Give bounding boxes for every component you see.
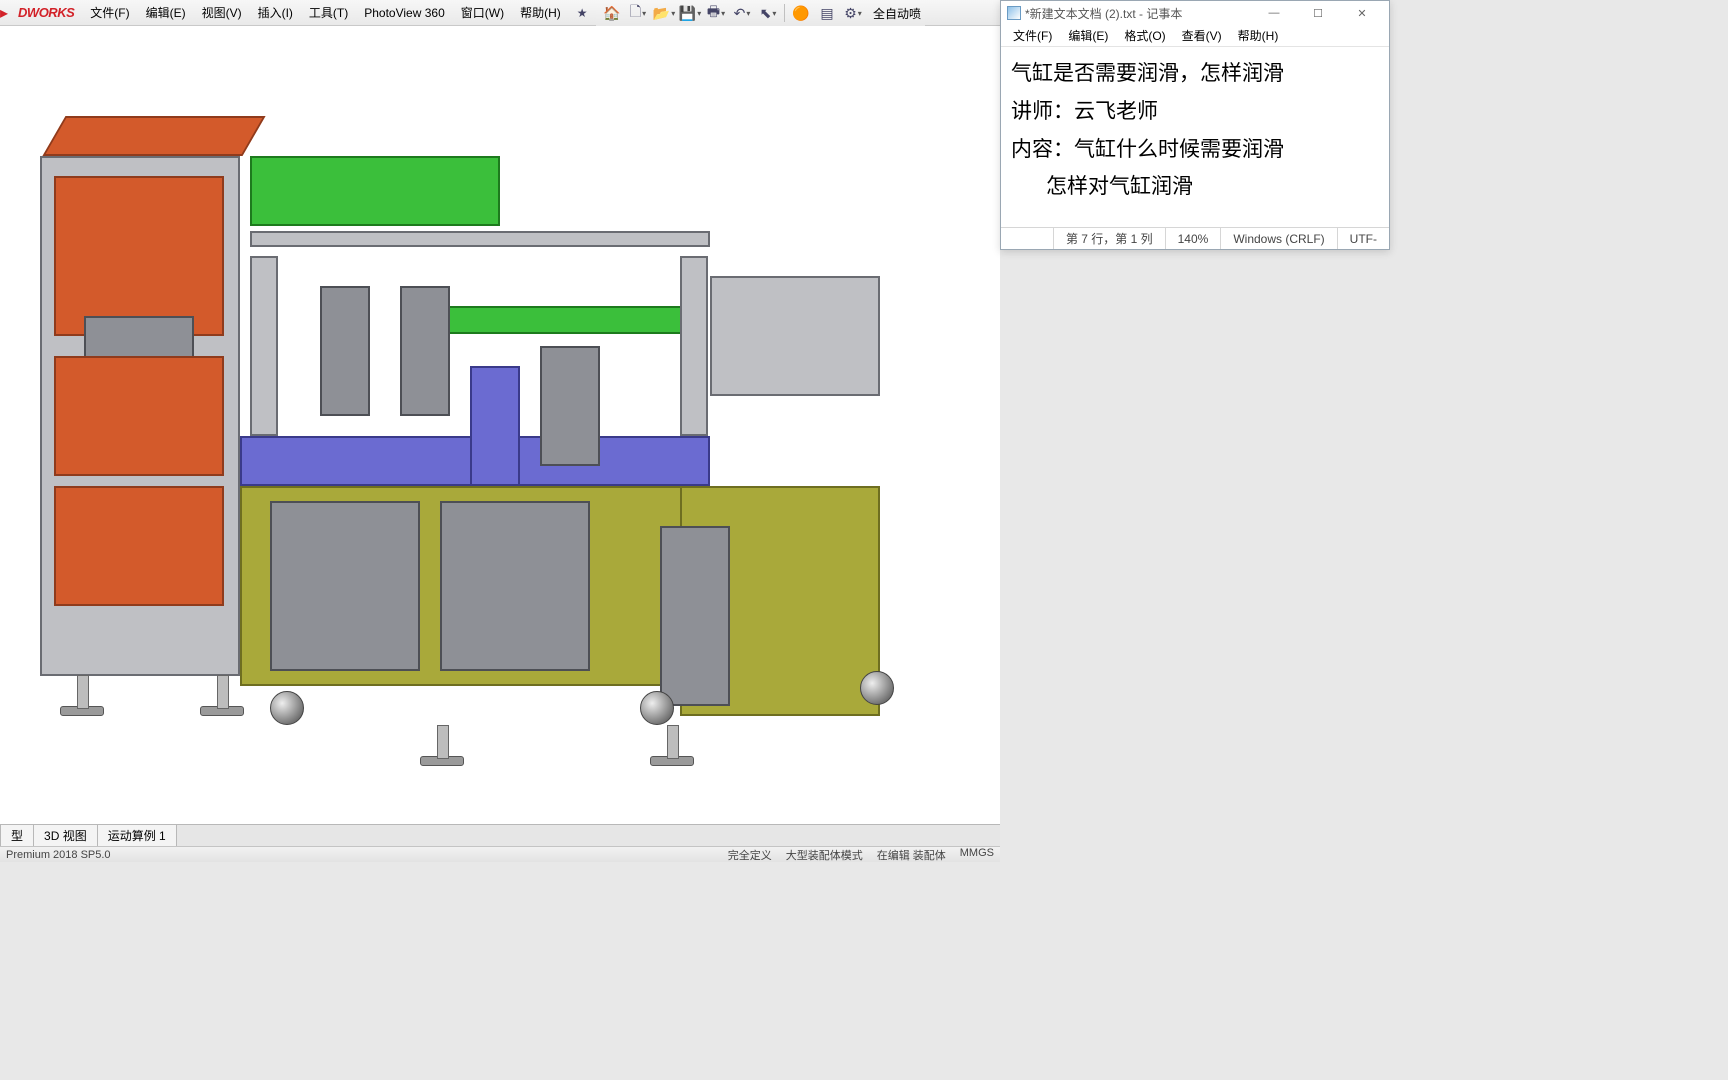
sw-viewport[interactable] [0, 26, 1000, 862]
np-line: 讲师：云飞老师 [1011, 93, 1379, 131]
sb-define-state: 完全定义 [728, 847, 772, 863]
np-menu-format[interactable]: 格式(O) [1116, 27, 1173, 44]
np-menu-help[interactable]: 帮助(H) [1230, 27, 1287, 44]
np-line: 内容：气缸什么时候需要润滑 [1011, 131, 1379, 169]
cad-model [40, 116, 940, 796]
options-button[interactable]: ⚙▾ [841, 2, 865, 24]
solidworks-window: ▸ DWORKS 文件(F) 编辑(E) 视图(V) 插入(I) 工具(T) P… [0, 0, 1000, 862]
sw-logo: DWORKS [10, 5, 82, 20]
np-statusbar: 第 7 行，第 1 列 140% Windows (CRLF) UTF- [1001, 227, 1389, 249]
np-zoom: 140% [1165, 228, 1221, 249]
np-menu-view[interactable]: 查看(V) [1174, 27, 1230, 44]
menu-tools[interactable]: 工具(T) [301, 0, 356, 25]
open-button[interactable]: 📂▾ [652, 2, 676, 24]
menu-star-icon[interactable]: ★ [569, 0, 596, 25]
tab-model[interactable]: 型 [0, 824, 34, 846]
np-menubar: 文件(F) 编辑(E) 格式(O) 查看(V) 帮助(H) [1001, 25, 1389, 47]
select-button[interactable]: ⬉▾ [756, 2, 780, 24]
print-button[interactable]: 🖶▾ [704, 2, 728, 24]
np-title: *新建文本文档 (2).txt - 记事本 [1025, 5, 1182, 22]
close-button[interactable]: ✕ [1341, 3, 1383, 23]
menu-view[interactable]: 视图(V) [194, 0, 250, 25]
np-eol: Windows (CRLF) [1220, 228, 1336, 249]
tab-motionstudy[interactable]: 运动算例 1 [97, 824, 177, 846]
sb-assy-mode: 大型装配体模式 [786, 847, 863, 863]
menu-help[interactable]: 帮助(H) [512, 0, 569, 25]
np-line: 气缸是否需要润滑，怎样润滑 [1011, 55, 1379, 93]
sw-motion-tabs: 型 3D 视图 运动算例 1 [0, 824, 1000, 846]
doc-props-button[interactable]: ▤ [815, 2, 839, 24]
home-icon[interactable]: 🏠 [600, 2, 624, 24]
save-button[interactable]: 💾▾ [678, 2, 702, 24]
sb-units: MMGS [960, 847, 994, 863]
notepad-window: *新建文本文档 (2).txt - 记事本 — ☐ ✕ 文件(F) 编辑(E) … [1000, 0, 1390, 250]
np-line: 怎样对气缸润滑 [1011, 168, 1379, 206]
maximize-button[interactable]: ☐ [1297, 3, 1339, 23]
new-button[interactable]: 🗋▾ [626, 2, 650, 24]
sw-logo-dot: ▸ [0, 3, 10, 23]
menu-insert[interactable]: 插入(I) [250, 0, 301, 25]
np-menu-file[interactable]: 文件(F) [1005, 27, 1060, 44]
sb-version: Premium 2018 SP5.0 [6, 849, 111, 861]
np-text-area[interactable]: 气缸是否需要润滑，怎样润滑 讲师：云飞老师 内容：气缸什么时候需要润滑 怎样对气… [1001, 47, 1389, 227]
sb-editing: 在编辑 装配体 [877, 847, 946, 863]
notepad-icon [1007, 6, 1021, 20]
rebuild-button[interactable]: 🟠 [789, 2, 813, 24]
tab-3dview[interactable]: 3D 视图 [33, 824, 98, 846]
qb-separator [784, 4, 785, 22]
sw-statusbar: Premium 2018 SP5.0 完全定义 大型装配体模式 在编辑 装配体 … [0, 846, 1000, 862]
menu-window[interactable]: 窗口(W) [453, 0, 512, 25]
np-titlebar[interactable]: *新建文本文档 (2).txt - 记事本 — ☐ ✕ [1001, 1, 1389, 25]
np-encoding: UTF- [1337, 228, 1389, 249]
np-menu-edit[interactable]: 编辑(E) [1060, 27, 1116, 44]
menu-edit[interactable]: 编辑(E) [138, 0, 194, 25]
sw-quickaccess-toolbar: 🏠 🗋▾ 📂▾ 💾▾ 🖶▾ ↶▾ ⬉▾ 🟠 ▤ ⚙▾ 全自动喷 [596, 0, 925, 26]
menu-file[interactable]: 文件(F) [82, 0, 137, 25]
menu-photoview[interactable]: PhotoView 360 [356, 0, 453, 25]
active-doc-label: 全自动喷 [867, 5, 921, 22]
np-caret-pos: 第 7 行，第 1 列 [1053, 228, 1165, 249]
minimize-button[interactable]: — [1253, 3, 1295, 23]
undo-button[interactable]: ↶▾ [730, 2, 754, 24]
